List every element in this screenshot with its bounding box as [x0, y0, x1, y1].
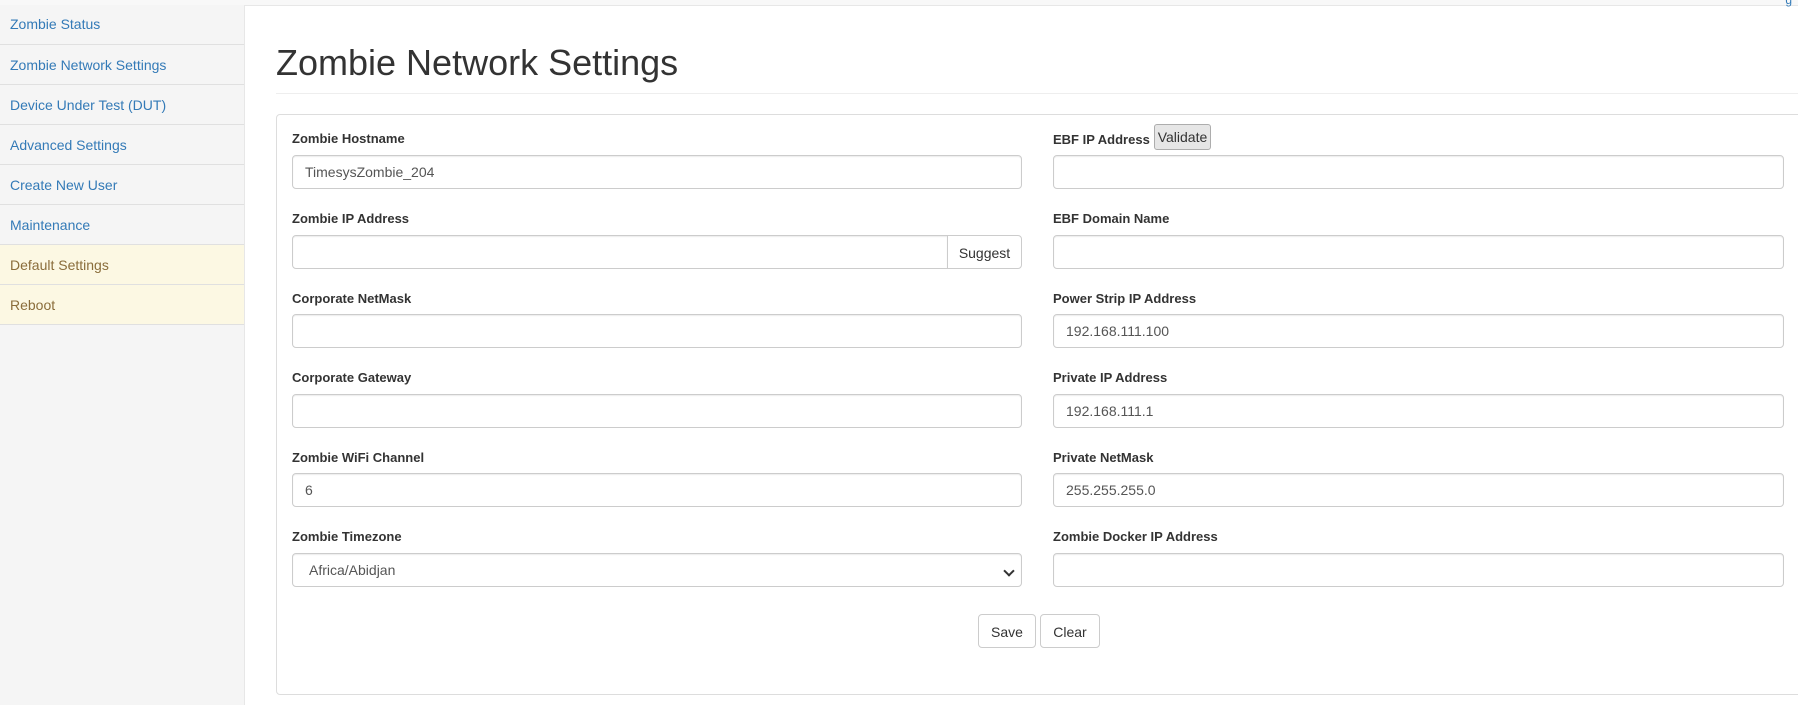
zombie-ip-label: Zombie IP Address [292, 211, 410, 226]
zombie-ip-input[interactable] [292, 235, 948, 269]
ebf-domain-label: EBF Domain Name [1053, 211, 1170, 226]
network-settings-form: Zombie Hostname Zombie IP Address Sugges… [276, 114, 1798, 695]
sidebar-item-default-settings[interactable]: Default Settings [0, 245, 244, 285]
corp-gateway-input[interactable] [292, 394, 1022, 428]
hostname-input[interactable] [292, 155, 1022, 189]
sidebar-item-maintenance[interactable]: Maintenance [0, 205, 244, 245]
timezone-select[interactable]: Africa/Abidjan [292, 553, 1022, 587]
page-title: Zombie Network Settings [276, 42, 679, 83]
private-netmask-label: Private NetMask [1053, 450, 1154, 465]
sidebar-item-advanced-settings[interactable]: Advanced Settings [0, 125, 244, 165]
sidebar-item-zombie-status[interactable]: Zombie Status [0, 5, 244, 45]
wifi-channel-label: Zombie WiFi Channel [292, 450, 425, 465]
timezone-selected-value: Africa/Abidjan [309, 562, 396, 578]
wifi-channel-input[interactable] [292, 473, 1022, 507]
validate-button[interactable]: Validate [1154, 124, 1211, 150]
sidebar-item-zombie-network-settings[interactable]: Zombie Network Settings [0, 45, 244, 85]
private-netmask-input[interactable] [1053, 473, 1784, 507]
corp-netmask-input[interactable] [292, 314, 1022, 348]
sidebar-item-reboot[interactable]: Reboot [0, 285, 244, 325]
private-ip-input[interactable] [1053, 394, 1784, 428]
ebf-domain-input[interactable] [1053, 235, 1784, 269]
clear-button[interactable]: Clear [1040, 614, 1100, 648]
ebf-ip-input[interactable] [1053, 155, 1784, 189]
hostname-label: Zombie Hostname [292, 131, 405, 146]
sidebar-item-create-new-user[interactable]: Create New User [0, 165, 244, 205]
corp-gateway-label: Corporate Gateway [292, 370, 412, 385]
timezone-label: Zombie Timezone [292, 529, 402, 544]
docker-ip-input[interactable] [1053, 553, 1784, 587]
sidebar-item-device-under-test[interactable]: Device Under Test (DUT) [0, 85, 244, 125]
chevron-down-icon [1003, 565, 1015, 577]
sidebar: Zombie Status Zombie Network Settings De… [0, 5, 245, 705]
main-content: Zombie Network Settings Zombie Hostname … [245, 5, 1798, 705]
power-strip-ip-input[interactable] [1053, 314, 1784, 348]
power-strip-ip-label: Power Strip IP Address [1053, 291, 1197, 306]
save-button[interactable]: Save [978, 614, 1036, 648]
ebf-ip-label: EBF IP Address [1053, 132, 1150, 147]
docker-ip-label: Zombie Docker IP Address [1053, 529, 1218, 544]
private-ip-label: Private IP Address [1053, 370, 1168, 385]
corp-netmask-label: Corporate NetMask [292, 291, 412, 306]
suggest-button[interactable]: Suggest [947, 235, 1022, 269]
title-divider [276, 93, 1798, 94]
